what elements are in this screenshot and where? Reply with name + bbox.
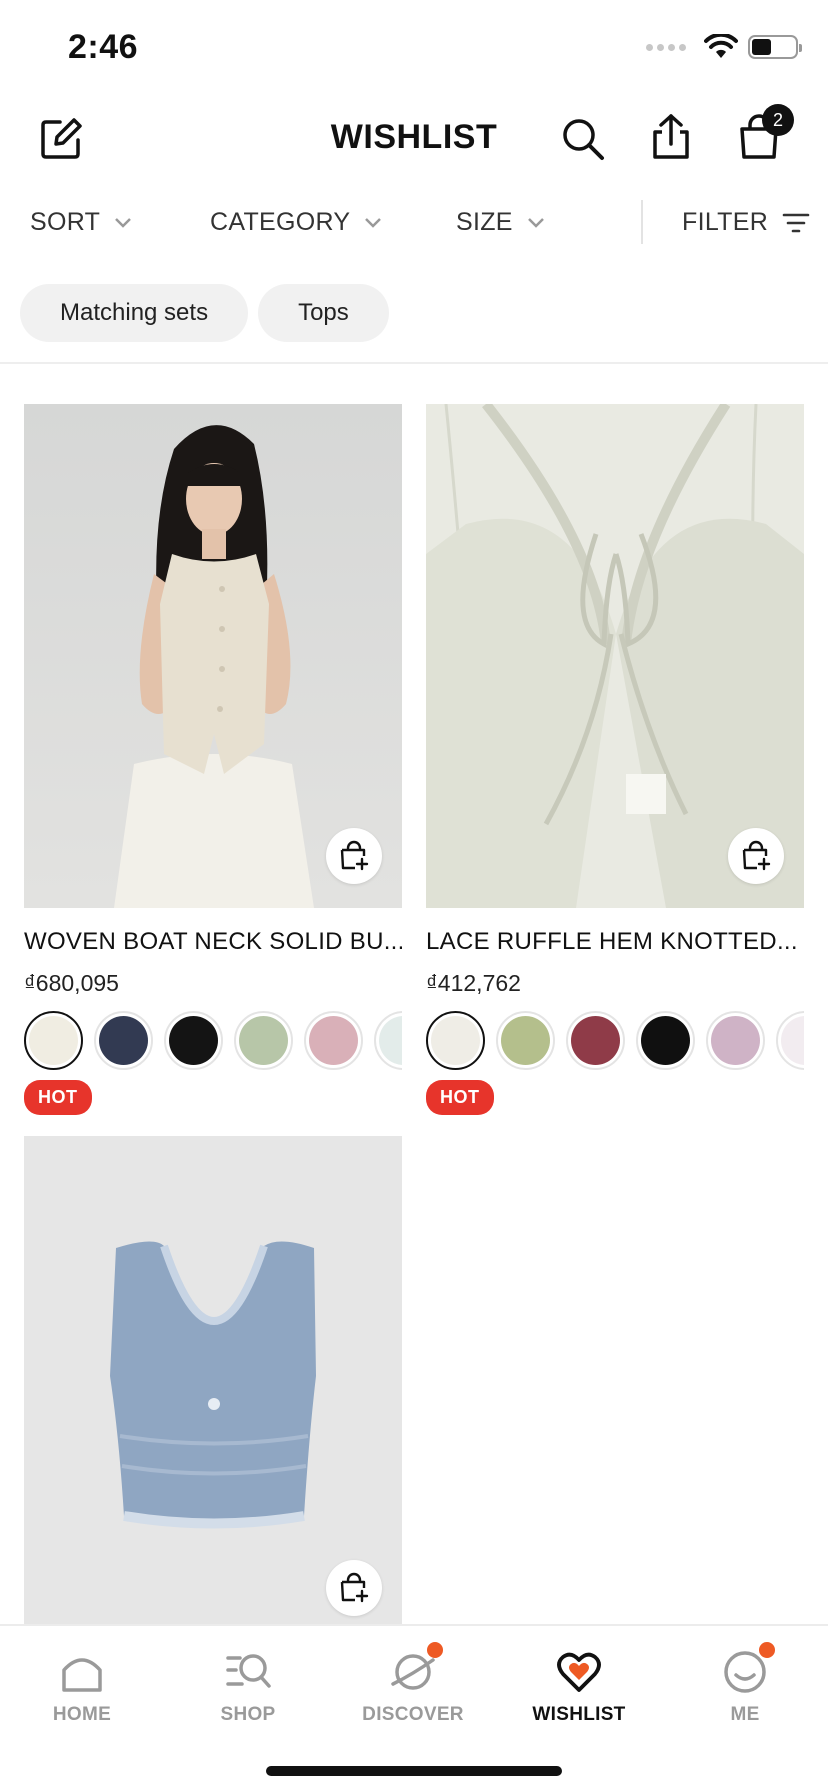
cellular-signal-icon — [646, 43, 686, 51]
tab-label: DISCOVER — [362, 1704, 464, 1725]
tab-me[interactable]: ME — [670, 1642, 820, 1726]
status-bar: 2:46 — [0, 0, 828, 96]
status-icons — [646, 34, 802, 60]
filter-button[interactable]: FILTER — [682, 208, 810, 237]
tab-label: SHOP — [220, 1704, 276, 1725]
product-card[interactable]: LACE RUFFLE HEM KNOTTED... ₫412,762 HOT — [426, 404, 804, 1115]
color-swatch[interactable] — [164, 1011, 223, 1070]
add-to-cart-button[interactable] — [326, 828, 382, 884]
tab-shop[interactable]: SHOP — [173, 1648, 323, 1726]
share-icon[interactable] — [648, 112, 694, 162]
chevron-down-icon — [527, 217, 544, 228]
category-label: CATEGORY — [210, 208, 351, 236]
chevron-down-icon — [365, 217, 382, 228]
category-dropdown[interactable]: CATEGORY — [210, 208, 382, 237]
filter-label: FILTER — [682, 208, 769, 236]
page-title: WISHLIST — [330, 118, 498, 156]
product-image[interactable] — [426, 404, 804, 908]
tab-label: ME — [730, 1704, 760, 1725]
planet-icon — [389, 1642, 443, 1696]
divider — [0, 362, 828, 364]
size-label: SIZE — [456, 208, 513, 236]
tab-label: WISHLIST — [532, 1704, 626, 1725]
product-card[interactable]: WOVEN BOAT NECK SOLID BU... ₫680,095 HOT — [24, 404, 402, 1115]
tab-label: HOME — [52, 1704, 112, 1725]
notification-dot — [427, 1642, 443, 1658]
tab-discover[interactable]: DISCOVER — [338, 1642, 488, 1726]
color-swatches — [24, 1011, 402, 1070]
wifi-icon — [704, 34, 738, 58]
hot-badge: HOT — [24, 1080, 92, 1115]
color-swatch[interactable] — [374, 1011, 402, 1070]
product-image[interactable] — [24, 1136, 402, 1624]
color-swatch[interactable] — [426, 1011, 485, 1070]
chip-tops[interactable]: Tops — [258, 284, 389, 342]
tab-home[interactable]: HOME — [7, 1648, 157, 1726]
heart-icon — [555, 1648, 603, 1696]
color-swatch[interactable] — [304, 1011, 363, 1070]
product-name[interactable]: WOVEN BOAT NECK SOLID BU... — [24, 928, 402, 956]
color-swatch[interactable] — [24, 1011, 83, 1070]
category-chips: Matching sets Tops — [20, 284, 389, 342]
product-card[interactable] — [24, 1136, 402, 1624]
size-dropdown[interactable]: SIZE — [456, 208, 545, 237]
header: WISHLIST — [0, 96, 828, 184]
chevron-down-icon — [115, 217, 132, 228]
shop-search-icon — [224, 1648, 272, 1696]
home-icon — [58, 1648, 106, 1696]
color-swatch[interactable] — [636, 1011, 695, 1070]
sort-label: SORT — [30, 208, 101, 236]
smiley-icon — [721, 1642, 775, 1696]
product-price: ₫412,762 — [426, 970, 521, 996]
battery-icon — [748, 35, 802, 59]
search-icon[interactable] — [560, 116, 606, 162]
color-swatch[interactable] — [776, 1011, 804, 1070]
cart-count-badge: 2 — [762, 104, 794, 136]
color-swatch[interactable] — [706, 1011, 765, 1070]
bag-plus-icon — [340, 1572, 369, 1603]
product-name[interactable]: LACE RUFFLE HEM KNOTTED... — [426, 928, 804, 956]
bag-plus-icon — [742, 840, 771, 871]
sort-dropdown[interactable]: SORT — [30, 208, 132, 237]
filter-lines-icon — [782, 213, 810, 232]
bag-plus-icon — [340, 840, 369, 871]
color-swatch[interactable] — [94, 1011, 153, 1070]
chip-matching-sets[interactable]: Matching sets — [20, 284, 249, 342]
color-swatch[interactable] — [234, 1011, 293, 1070]
product-image[interactable] — [24, 404, 402, 908]
tab-wishlist[interactable]: WISHLIST — [504, 1648, 654, 1726]
filter-divider — [641, 200, 643, 244]
add-to-cart-button[interactable] — [728, 828, 784, 884]
color-swatch[interactable] — [496, 1011, 555, 1070]
color-swatch[interactable] — [566, 1011, 625, 1070]
status-time: 2:46 — [68, 28, 139, 66]
notification-dot — [759, 1642, 775, 1658]
filter-row: SORT CATEGORY SIZE FILTER — [0, 200, 828, 250]
color-swatches — [426, 1011, 804, 1070]
home-indicator[interactable] — [266, 1766, 562, 1776]
add-to-cart-button[interactable] — [326, 1560, 382, 1616]
product-price: ₫680,095 — [24, 970, 119, 996]
hot-badge: HOT — [426, 1080, 494, 1115]
